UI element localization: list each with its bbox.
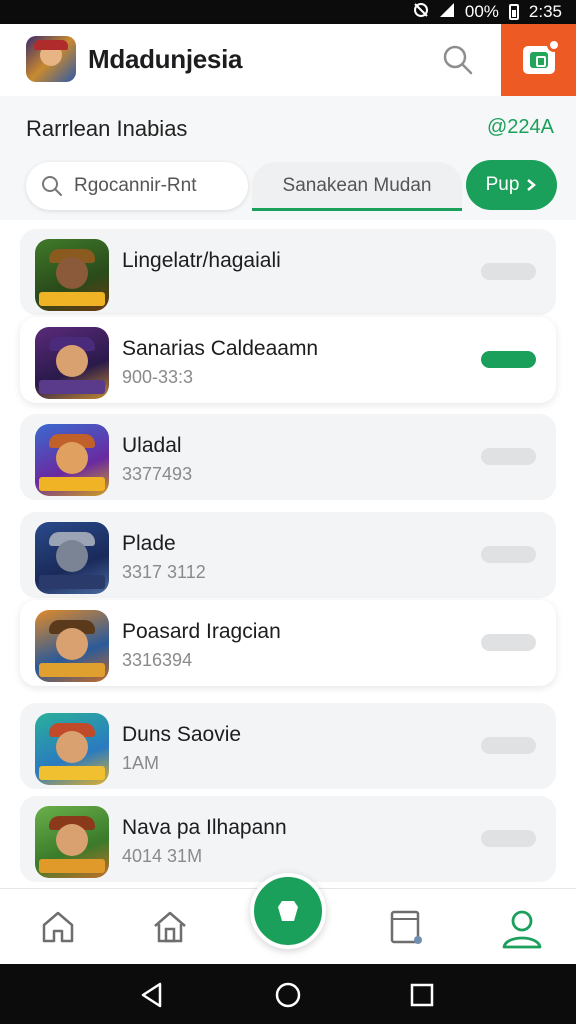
item-title: Nava pa Ilhapann [122,816,287,839]
section-header: Rarrlean Inabias @224A [0,96,576,156]
list-item[interactable]: Plade 3317 3112 [20,512,556,598]
pup-button[interactable]: Pup [466,160,557,210]
game-thumbnail [35,610,109,682]
status-time: 2:35 [528,2,562,21]
center-action-icon [278,901,298,921]
app-title: Mdadunjesia [88,44,243,74]
item-toggle[interactable] [481,448,536,465]
status-bar: 00% 2:35 [0,0,576,24]
item-subtitle: 3317 3112 [122,562,206,582]
sync-off-icon [413,2,429,22]
item-subtitle: 900-33:3 [122,367,194,387]
item-subtitle: 3316394 [122,650,193,670]
nav-tablet[interactable] [386,907,426,947]
center-action-button[interactable] [250,873,326,949]
item-title: Uladal [122,434,182,457]
nav-home[interactable] [38,907,78,947]
item-title: Poasard Iragcian [122,620,281,643]
home-outline-icon [154,911,186,943]
list-item[interactable]: Sanarias Caldeaamn 900-33:3 [20,317,556,403]
battery-icon [508,4,519,20]
item-toggle[interactable] [481,830,536,847]
back-icon [141,982,162,1008]
profile-icon [502,910,542,949]
item-subtitle: 3377493 [122,464,193,484]
home-system-button[interactable] [274,981,302,1009]
recents-icon [410,983,434,1007]
item-toggle[interactable] [481,546,536,563]
search-icon [443,45,473,75]
chevron-right-icon [527,179,537,191]
search-input-text: Rgocannir-Rnt [74,175,197,196]
item-toggle[interactable] [481,737,536,754]
section-title: Rarrlean Inabias [26,116,188,141]
filter-bar: Rgocannir-Rnt Sanakean Mudan Pup [0,156,576,220]
notification-badge [546,38,561,52]
home-icon [42,911,74,943]
section-count[interactable]: @224A [487,116,554,139]
list-item[interactable]: Duns Saovie 1AM [20,703,556,789]
search-button[interactable] [440,42,476,78]
game-thumbnail [35,327,109,399]
game-thumbnail [35,522,109,594]
list-item[interactable]: Uladal 3377493 [20,414,556,500]
recents-button[interactable] [408,981,436,1009]
back-button[interactable] [138,981,166,1009]
signal-icon [439,2,455,22]
pup-button-label: Pup [485,174,520,195]
tab-indicator [252,208,462,211]
app-header: Mdadunjesia [0,24,576,96]
list-item[interactable]: Poasard Iragcian 3316394 [20,600,556,686]
game-thumbnail [35,713,109,785]
gift-button[interactable] [501,24,576,96]
tablet-icon [390,910,422,944]
search-input[interactable]: Rgocannir-Rnt [26,162,248,210]
item-title: Plade [122,532,176,555]
gift-icon [522,38,561,74]
nav-profile[interactable] [500,907,542,949]
search-icon [42,176,62,196]
tab-active[interactable]: Sanakean Mudan [252,162,462,210]
item-title: Lingelatr/hagaiali [122,249,281,272]
game-thumbnail [35,239,109,311]
item-toggle[interactable] [481,634,536,651]
app-logo [26,36,76,82]
list-item[interactable]: Lingelatr/hagaiali [20,229,556,315]
nav-home-secondary[interactable] [150,907,190,947]
battery-text: 00% [464,2,499,21]
item-subtitle: 1AM [122,753,160,773]
item-toggle[interactable] [481,263,536,280]
game-list: Lingelatr/hagaiali Sanarias Caldeaamn 90… [0,220,576,888]
item-title: Sanarias Caldeaamn [122,337,319,360]
item-toggle[interactable] [481,351,536,368]
list-item[interactable]: Nava pa Ilhapann 4014 31M [20,796,556,882]
game-thumbnail [35,806,109,878]
item-title: Duns Saovie [122,723,242,746]
system-nav-bar [0,964,576,1024]
game-thumbnail [35,424,109,496]
bottom-nav [0,873,576,964]
item-subtitle: 4014 31M [122,846,203,866]
circle-home-icon [275,982,301,1008]
